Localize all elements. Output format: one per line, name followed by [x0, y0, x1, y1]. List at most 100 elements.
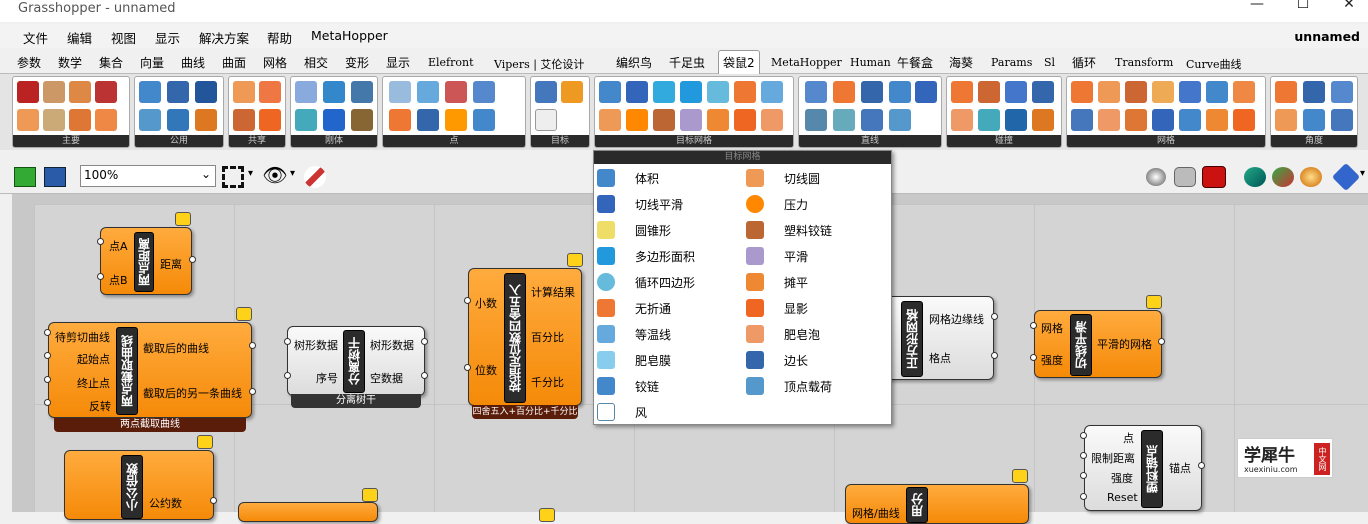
point-cloud-icon[interactable] [389, 81, 411, 103]
output-port[interactable] [189, 256, 196, 263]
input-port[interactable] [1080, 472, 1087, 479]
angle-a-icon[interactable] [1275, 81, 1297, 103]
menu-metahopper[interactable]: MetaHopper [311, 28, 388, 43]
cube-icon[interactable] [323, 109, 345, 131]
flatten-icon[interactable] [707, 109, 729, 131]
tab-loop[interactable]: 循环 [1072, 54, 1096, 71]
dropdown-item-wind[interactable]: 风 [597, 400, 737, 424]
input-port[interactable] [1080, 493, 1087, 500]
target-plane-icon[interactable] [561, 81, 583, 103]
dropdown-item-edge-length[interactable]: 边长 [746, 348, 886, 372]
cluster-icon[interactable] [1032, 81, 1054, 103]
diamond-collide-icon[interactable] [1005, 81, 1027, 103]
show-icon[interactable] [734, 109, 756, 131]
body-collide-icon[interactable] [1032, 109, 1054, 131]
isotropic-icon[interactable] [761, 81, 783, 103]
kangaroo-icon[interactable] [69, 81, 91, 103]
box-mesh-icon[interactable] [1125, 109, 1147, 131]
tab-sl[interactable]: Sl [1044, 56, 1055, 69]
grid-mesh-icon[interactable] [1179, 81, 1201, 103]
dropdown-item-tangent-circle[interactable]: 切线圆 [746, 166, 886, 190]
plane-icon[interactable] [295, 109, 317, 131]
input-port[interactable] [1030, 322, 1037, 329]
anchor-icon[interactable] [473, 109, 495, 131]
sphere-collide-icon[interactable] [951, 81, 973, 103]
dropdown-arrow-icon[interactable]: ▾ [1360, 168, 1365, 179]
dropdown-item-cone[interactable]: 圆锥形 [597, 218, 737, 242]
tab-params-cn[interactable]: 参数 [17, 54, 41, 71]
flower-icon[interactable] [1071, 81, 1093, 103]
input-port[interactable] [284, 372, 291, 379]
pressure-icon[interactable] [626, 109, 648, 131]
ring-icon[interactable] [295, 81, 317, 103]
bomb-icon[interactable] [417, 109, 439, 131]
mesh-preview-icon[interactable] [1244, 167, 1266, 187]
circle-icon[interactable] [233, 81, 255, 103]
angle-b-icon[interactable] [1303, 81, 1325, 103]
tab-curve[interactable]: 曲线 [181, 54, 205, 71]
angle-d-icon[interactable] [1275, 109, 1297, 131]
line-length-icon[interactable] [833, 81, 855, 103]
anchor-net-icon[interactable] [417, 81, 439, 103]
dot-grid-icon[interactable] [1071, 109, 1093, 131]
smooth-icon[interactable] [680, 109, 702, 131]
tab-human[interactable]: Human [850, 56, 891, 69]
bouncy-icon[interactable] [69, 109, 91, 131]
tab-surface[interactable]: 曲面 [222, 54, 246, 71]
output-port[interactable] [991, 313, 998, 320]
dropdown-item-soap-film[interactable]: 肥皂膜 [597, 348, 737, 372]
tab-mesh[interactable]: 网格 [263, 54, 287, 71]
tab-millipede[interactable]: 千足虫 [669, 54, 705, 71]
dropdown-item-tangent-smooth[interactable]: 切线平滑 [597, 192, 737, 216]
cut-icon[interactable] [233, 109, 255, 131]
goal-icon[interactable] [17, 81, 39, 103]
shell-mesh-icon[interactable] [1206, 109, 1228, 131]
input-port[interactable] [44, 376, 51, 383]
line-arrow-icon[interactable] [889, 81, 911, 103]
tab-transform-cn[interactable]: 变形 [345, 54, 369, 71]
output-port[interactable] [249, 342, 256, 349]
soap-bubble-icon[interactable] [761, 109, 783, 131]
close-button[interactable]: ✕ [1326, 0, 1368, 18]
plastic-hinge-icon[interactable] [653, 109, 675, 131]
node-icon[interactable] [833, 109, 855, 131]
dropdown-item-pressure[interactable]: 压力 [746, 192, 886, 216]
mesh-frame-icon[interactable] [1233, 81, 1255, 103]
component-mesh-split[interactable]: 网格/曲线 用分 [845, 484, 1029, 524]
tab-vipers[interactable]: Vipers | 艾伦设计 [494, 56, 584, 72]
tab-vector[interactable]: 向量 [140, 54, 164, 71]
menu-display[interactable]: 显示 [155, 28, 180, 47]
pin-icon[interactable] [445, 109, 467, 131]
triangle-net-icon[interactable] [195, 81, 217, 103]
dropdown-item-smooth[interactable]: 平滑 [746, 244, 886, 268]
spin-icon[interactable] [473, 81, 495, 103]
quad-mesh-icon[interactable] [1152, 81, 1174, 103]
tri-mesh-icon[interactable] [1125, 81, 1147, 103]
branch-icon[interactable] [535, 109, 557, 131]
menu-help[interactable]: 帮助 [267, 28, 292, 47]
grid-dots-icon[interactable] [167, 81, 189, 103]
preview-selected-icon[interactable] [1202, 166, 1226, 188]
input-port[interactable] [464, 297, 471, 304]
maximize-button[interactable]: ☐ [1280, 0, 1326, 18]
tab-intersect[interactable]: 相交 [304, 54, 328, 71]
pointer-icon[interactable] [43, 81, 65, 103]
tab-display[interactable]: 显示 [386, 54, 410, 71]
input-port[interactable] [97, 238, 104, 245]
fan-mesh-icon[interactable] [1179, 109, 1201, 131]
output-port[interactable] [421, 338, 428, 345]
component-tangent-smooth[interactable]: 网格 强度 切线平滑 平滑的网格 [1034, 310, 1162, 378]
line-icon[interactable] [259, 81, 281, 103]
dropdown-item-flatten[interactable]: 摊平 [746, 270, 886, 294]
component-round-digits[interactable]: 小数 位数 按指定位数四舍五入 计算结果 百分比 千分比 [468, 268, 582, 406]
dropdown-item-vertex-load[interactable]: 顶点载荷 [746, 374, 886, 398]
step-icon[interactable] [95, 109, 117, 131]
dropdown-item-hinge[interactable]: 铰链 [597, 374, 737, 398]
input-port[interactable] [464, 364, 471, 371]
plane-collide-icon[interactable] [978, 109, 1000, 131]
tab-kangaroo2[interactable]: 袋鼠2 [718, 50, 760, 74]
tab-elefront[interactable]: Elefront [428, 56, 474, 69]
tab-sets[interactable]: 集合 [99, 54, 123, 71]
eye-icon[interactable]: 👁 [262, 165, 288, 188]
zoom-select[interactable]: 100% ⌄ [80, 165, 216, 187]
